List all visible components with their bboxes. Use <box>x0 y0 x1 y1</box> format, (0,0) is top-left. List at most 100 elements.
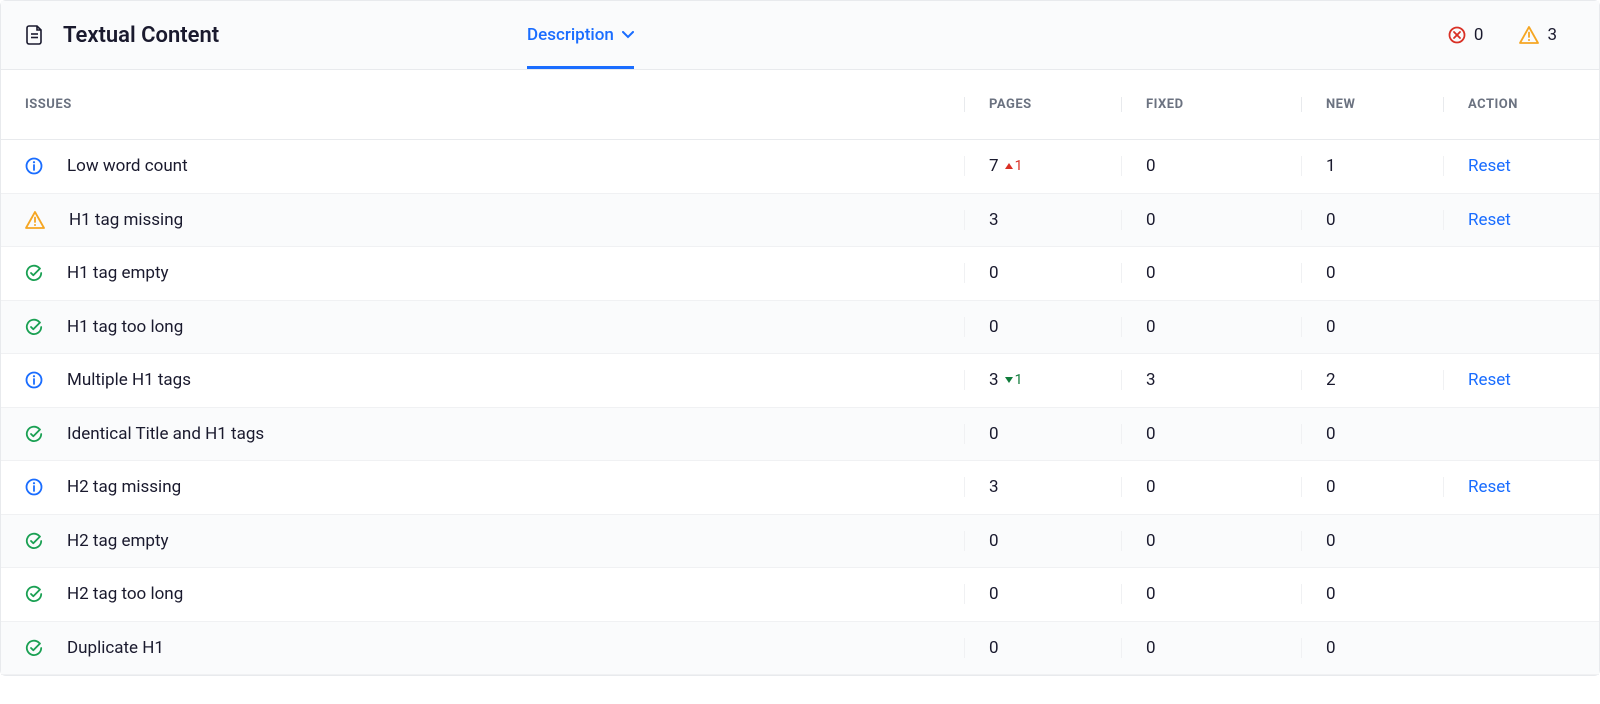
issue-name[interactable]: H2 tag empty <box>67 531 169 551</box>
action-cell: Reset <box>1443 210 1599 230</box>
pages-cell: 31 <box>964 370 1121 390</box>
fixed-cell: 0 <box>1121 210 1301 230</box>
warning-icon <box>25 211 45 229</box>
check-icon <box>25 585 43 603</box>
issue-name[interactable]: H2 tag too long <box>67 584 183 604</box>
fixed-cell: 0 <box>1121 424 1301 444</box>
tab-description[interactable]: Description <box>527 1 634 69</box>
table-row: Multiple H1 tags3132Reset <box>1 354 1599 408</box>
col-issues: Issues <box>1 97 964 112</box>
tab-wrap: Description <box>527 1 634 69</box>
panel-header: Textual Content Description 0 <box>1 1 1599 70</box>
col-pages: Pages <box>964 97 1121 112</box>
table-row: H2 tag too long000 <box>1 568 1599 622</box>
issue-name[interactable]: Low word count <box>67 156 188 176</box>
info-icon <box>25 371 43 389</box>
textual-content-panel: Textual Content Description 0 <box>0 0 1600 676</box>
new-cell: 0 <box>1301 584 1443 604</box>
new-cell: 0 <box>1301 263 1443 283</box>
check-icon <box>25 639 43 657</box>
issue-name[interactable]: Multiple H1 tags <box>67 370 191 390</box>
delta-value: 1 <box>1015 372 1023 388</box>
chevron-down-icon <box>622 31 634 39</box>
issue-name[interactable]: H1 tag too long <box>67 317 183 337</box>
issue-cell: H1 tag missing <box>1 210 964 230</box>
table-body: Low word count7101ResetH1 tag missing300… <box>1 140 1599 675</box>
issue-name[interactable]: H1 tag missing <box>69 210 183 230</box>
col-action: Action <box>1443 97 1599 112</box>
reset-button[interactable]: Reset <box>1468 210 1511 230</box>
table-row: H1 tag empty000 <box>1 247 1599 301</box>
issue-cell: Identical Title and H1 tags <box>1 424 964 444</box>
check-icon <box>25 425 43 443</box>
col-fixed: Fixed <box>1121 97 1301 112</box>
reset-button[interactable]: Reset <box>1468 477 1511 497</box>
delta-value: 1 <box>1015 158 1023 174</box>
check-icon <box>25 264 43 282</box>
issue-cell: Low word count <box>1 156 964 176</box>
error-count-stat: 0 <box>1448 25 1484 45</box>
delta-up-icon: 1 <box>1005 158 1023 174</box>
document-icon <box>25 24 45 46</box>
new-cell: 2 <box>1301 370 1443 390</box>
pages-cell: 3 <box>964 210 1121 230</box>
pages-value[interactable]: 3 <box>989 210 999 230</box>
new-cell: 1 <box>1301 156 1443 176</box>
pages-cell: 0 <box>964 424 1121 444</box>
issue-name[interactable]: Duplicate H1 <box>67 638 164 658</box>
new-cell: 0 <box>1301 317 1443 337</box>
warning-count-stat: 3 <box>1519 25 1557 45</box>
error-icon <box>1448 26 1466 44</box>
pages-value: 0 <box>989 531 999 551</box>
new-cell: 0 <box>1301 638 1443 658</box>
table-row: Duplicate H1000 <box>1 622 1599 676</box>
fixed-cell: 0 <box>1121 317 1301 337</box>
pages-value[interactable]: 3 <box>989 477 999 497</box>
pages-value: 0 <box>989 424 999 444</box>
warning-count: 3 <box>1547 25 1557 45</box>
action-cell: Reset <box>1443 370 1599 390</box>
issue-cell: Multiple H1 tags <box>1 370 964 390</box>
new-cell: 0 <box>1301 210 1443 230</box>
check-icon <box>25 318 43 336</box>
issue-cell: Duplicate H1 <box>1 638 964 658</box>
check-icon <box>25 532 43 550</box>
fixed-cell: 3 <box>1121 370 1301 390</box>
table-row: Low word count7101Reset <box>1 140 1599 194</box>
table-row: H1 tag too long000 <box>1 301 1599 355</box>
new-cell: 0 <box>1301 531 1443 551</box>
reset-button[interactable]: Reset <box>1468 370 1511 390</box>
error-count: 0 <box>1474 25 1484 45</box>
tab-label: Description <box>527 25 614 45</box>
pages-value: 0 <box>989 317 999 337</box>
pages-cell: 0 <box>964 531 1121 551</box>
issue-cell: H2 tag missing <box>1 477 964 497</box>
pages-cell: 71 <box>964 156 1121 176</box>
table-row: H1 tag missing 3 00 Reset <box>1 194 1599 248</box>
reset-button[interactable]: Reset <box>1468 156 1511 176</box>
fixed-cell: 0 <box>1121 263 1301 283</box>
table-row: H2 tag missing300Reset <box>1 461 1599 515</box>
issue-name[interactable]: H1 tag empty <box>67 263 169 283</box>
header-left: Textual Content <box>25 23 219 48</box>
col-new: New <box>1301 97 1443 112</box>
issue-cell: H1 tag empty <box>1 263 964 283</box>
pages-cell: 0 <box>964 638 1121 658</box>
info-icon <box>25 478 43 496</box>
table-head: Issues Pages Fixed New Action <box>1 70 1599 140</box>
delta-down-icon: 1 <box>1005 372 1023 388</box>
pages-value[interactable]: 3 <box>989 370 999 390</box>
info-icon <box>25 157 43 175</box>
pages-value: 0 <box>989 638 999 658</box>
issue-name[interactable]: H2 tag missing <box>67 477 181 497</box>
panel-title: Textual Content <box>63 23 219 48</box>
issue-cell: H1 tag too long <box>1 317 964 337</box>
warning-icon <box>1519 26 1539 44</box>
issue-cell: H2 tag too long <box>1 584 964 604</box>
action-cell: Reset <box>1443 156 1599 176</box>
issue-name[interactable]: Identical Title and H1 tags <box>67 424 264 444</box>
pages-cell: 0 <box>964 584 1121 604</box>
pages-cell: 0 <box>964 317 1121 337</box>
pages-value[interactable]: 7 <box>989 156 999 176</box>
fixed-cell: 0 <box>1121 584 1301 604</box>
